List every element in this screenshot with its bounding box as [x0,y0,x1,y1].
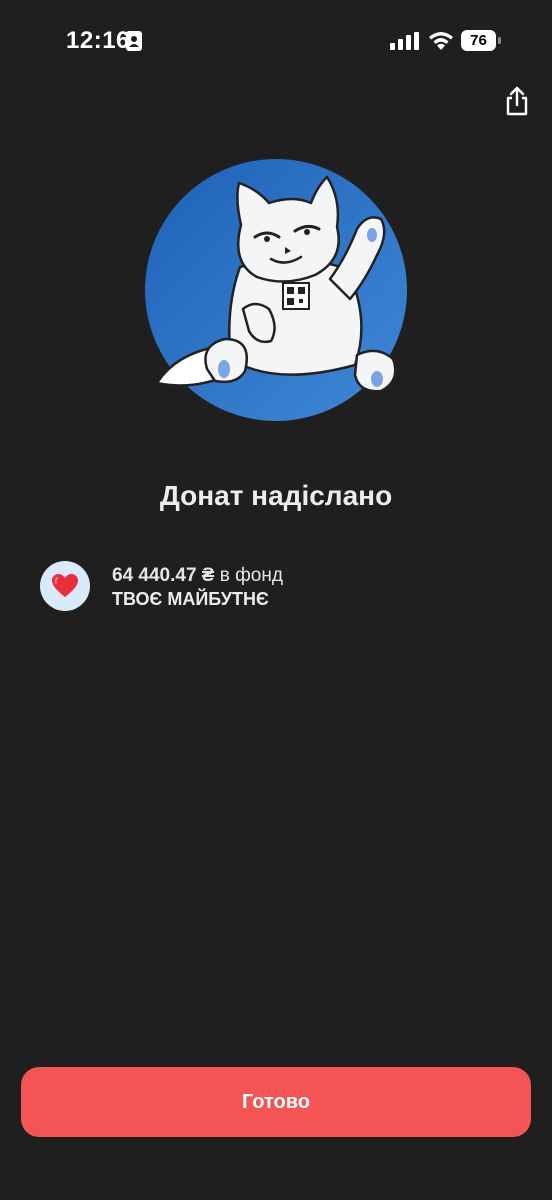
battery-icon: 76 [461,30,501,51]
fund-avatar [40,561,90,611]
donation-amount-line: 64 440.47 ₴ в фонд [112,565,283,587]
cat-mascot-illustration [145,159,407,421]
page-title: Донат надіслано [159,480,393,511]
donation-success-screen: 12:16 76 Донат надіслано 64 440.47 ₴ в ф… [0,0,552,1200]
donation-amount: 64 440.47 ₴ [112,565,215,586]
cellular-signal-icon [390,32,419,50]
battery-tip [498,37,501,44]
done-button[interactable]: Готово [21,1067,531,1137]
contact-card-icon [126,31,142,51]
battery-level: 76 [461,30,496,51]
donation-summary: 64 440.47 ₴ в фонд ТВОЄ МАЙБУТНЄ [40,561,510,613]
share-icon[interactable] [500,84,534,118]
red-heart-icon [52,574,78,597]
status-bar: 12:16 76 [0,0,552,80]
status-time: 12:16 [66,27,130,54]
donation-amount-suffix: в фонд [214,565,283,586]
wifi-icon [429,32,453,50]
fund-name: ТВОЄ МАЙБУТНЄ [112,589,269,609]
